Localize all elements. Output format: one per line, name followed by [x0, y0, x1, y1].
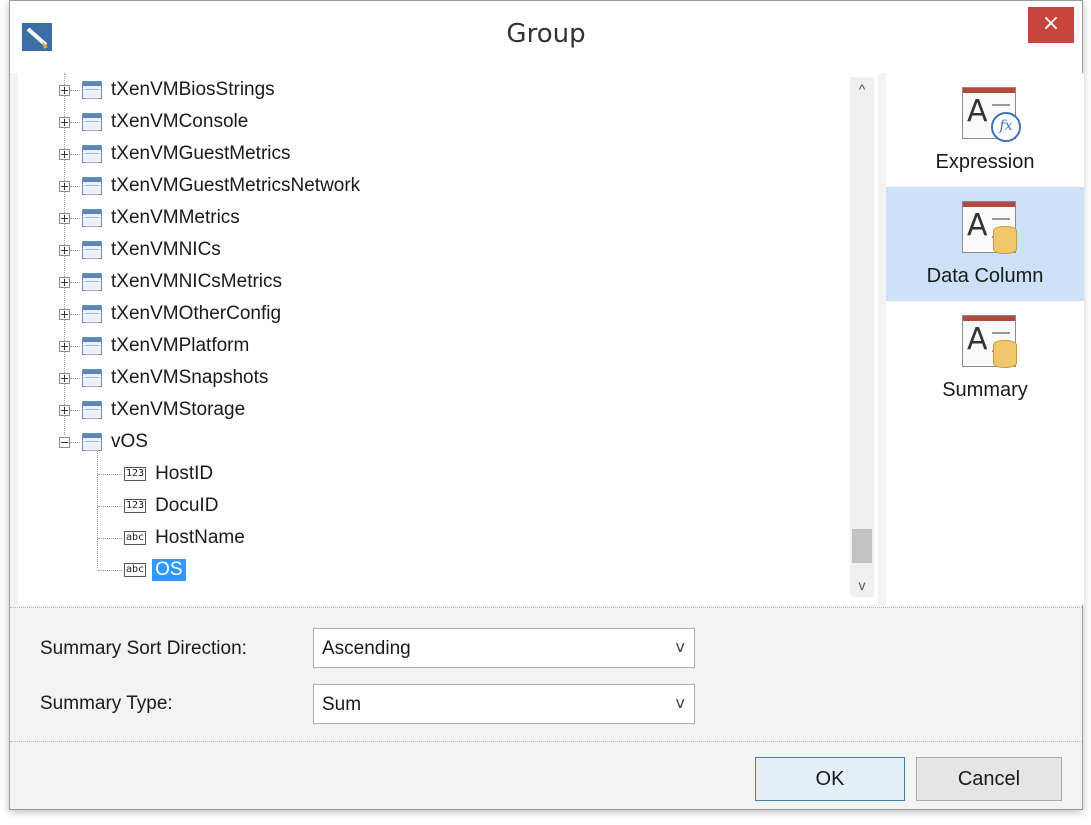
expression-option[interactable]: Afx Expression	[886, 73, 1084, 187]
expand-icon[interactable]	[59, 372, 70, 384]
cancel-button[interactable]: Cancel	[916, 757, 1062, 801]
expand-icon[interactable]	[59, 84, 70, 96]
section-divider	[10, 741, 1082, 742]
section-divider	[10, 607, 1082, 608]
tree-node-column-selected[interactable]: abc OS	[98, 555, 186, 585]
summary-icon: A	[962, 315, 1017, 368]
tree-node-table[interactable]: tXenVMGuestMetricsNetwork	[59, 171, 363, 201]
expand-icon[interactable]	[59, 244, 70, 256]
table-icon	[82, 241, 102, 259]
tree-node-table[interactable]: tXenVMOtherConfig	[59, 299, 284, 329]
table-name: vOS	[111, 431, 148, 452]
tree-node-column[interactable]: abc HostName	[98, 523, 248, 553]
table-icon	[82, 145, 102, 163]
table-name: tXenVMMetrics	[111, 207, 240, 228]
sort-direction-label: Summary Sort Direction:	[40, 638, 247, 659]
tree-node-table[interactable]: tXenVMGuestMetrics	[59, 139, 294, 169]
group-dialog: Group × tXenVMBiosStrings tXenVMConsole …	[9, 0, 1084, 810]
table-name: tXenVMPlatform	[111, 335, 250, 356]
table-name: tXenVMNICs	[111, 239, 221, 260]
table-name: tXenVMOtherConfig	[111, 303, 282, 324]
summary-type-select[interactable]: Sum v	[313, 684, 695, 724]
ok-button[interactable]: OK	[755, 757, 905, 801]
summary-option[interactable]: A Summary	[886, 301, 1084, 415]
chevron-down-icon: v	[675, 693, 685, 712]
tree-node-table[interactable]: tXenVMBiosStrings	[59, 75, 278, 105]
tree-node-table[interactable]: tXenVMPlatform	[59, 331, 252, 361]
tree-node-column[interactable]: 123 HostID	[98, 459, 216, 489]
tree-node-column[interactable]: 123 DocuID	[98, 491, 221, 521]
table-name: tXenVMSnapshots	[111, 367, 269, 388]
collapse-icon[interactable]	[59, 436, 70, 448]
numeric-type-icon: 123	[124, 499, 147, 513]
window-title: Group	[506, 19, 586, 49]
expand-icon[interactable]	[59, 404, 70, 416]
expand-icon[interactable]	[59, 180, 70, 192]
table-icon	[82, 433, 102, 451]
expand-icon[interactable]	[59, 308, 70, 320]
summary-label: Summary	[942, 379, 1028, 401]
scroll-up-icon[interactable]: ^	[850, 77, 874, 101]
numeric-type-icon: 123	[124, 467, 147, 481]
tree-node-table[interactable]: tXenVMMetrics	[59, 203, 243, 233]
table-name: tXenVMStorage	[111, 399, 246, 420]
table-name: tXenVMConsole	[111, 111, 249, 132]
tree-scrollbar[interactable]: ^ v	[850, 77, 874, 597]
table-icon	[82, 81, 102, 99]
tree-node-table-expanded[interactable]: vOS	[59, 427, 151, 457]
expand-icon[interactable]	[59, 340, 70, 352]
text-type-icon: abc	[124, 531, 147, 545]
expand-icon[interactable]	[59, 276, 70, 288]
column-name: OS	[152, 559, 186, 581]
summary-type-value: Sum	[322, 694, 362, 715]
title-bar: Group ×	[10, 1, 1082, 73]
column-name: HostName	[155, 527, 245, 548]
table-icon	[82, 209, 102, 227]
data-column-icon: A	[962, 201, 1017, 254]
summary-type-label: Summary Type:	[40, 693, 173, 714]
expand-icon[interactable]	[59, 212, 70, 224]
table-icon	[82, 305, 102, 323]
table-icon	[82, 401, 102, 419]
column-name: DocuID	[155, 495, 219, 516]
chevron-down-icon: v	[675, 637, 685, 656]
scroll-down-icon[interactable]: v	[850, 573, 874, 597]
table-icon	[82, 177, 102, 195]
tree-node-table[interactable]: tXenVMConsole	[59, 107, 251, 137]
table-name: tXenVMNICsMetrics	[111, 271, 283, 292]
tree-node-table[interactable]: tXenVMSnapshots	[59, 363, 271, 393]
table-icon	[82, 337, 102, 355]
tree-node-table[interactable]: tXenVMStorage	[59, 395, 248, 425]
expand-icon[interactable]	[59, 116, 70, 128]
table-name: tXenVMBiosStrings	[111, 79, 275, 100]
sort-direction-select[interactable]: Ascending v	[313, 628, 695, 668]
scroll-thumb[interactable]	[852, 529, 872, 563]
expand-icon[interactable]	[59, 148, 70, 160]
sort-direction-value: Ascending	[322, 638, 411, 659]
tree-node-table[interactable]: tXenVMNICs	[59, 235, 224, 265]
data-column-option[interactable]: A Data Column	[886, 187, 1084, 301]
table-icon	[82, 113, 102, 131]
column-name: HostID	[155, 463, 214, 484]
expression-icon: Afx	[962, 87, 1021, 142]
data-column-label: Data Column	[926, 265, 1044, 287]
table-name: tXenVMGuestMetricsNetwork	[111, 175, 361, 196]
text-type-icon: abc	[124, 563, 147, 577]
data-tree-panel: tXenVMBiosStrings tXenVMConsole tXenVMGu…	[18, 73, 878, 605]
table-icon	[82, 273, 102, 291]
table-name: tXenVMGuestMetrics	[111, 143, 291, 164]
close-button[interactable]: ×	[1028, 7, 1074, 43]
group-source-panel: Afx Expression A Data Column A Summary	[886, 73, 1084, 605]
expression-label: Expression	[935, 151, 1035, 173]
table-icon	[82, 369, 102, 387]
tree-node-table[interactable]: tXenVMNICsMetrics	[59, 267, 285, 297]
